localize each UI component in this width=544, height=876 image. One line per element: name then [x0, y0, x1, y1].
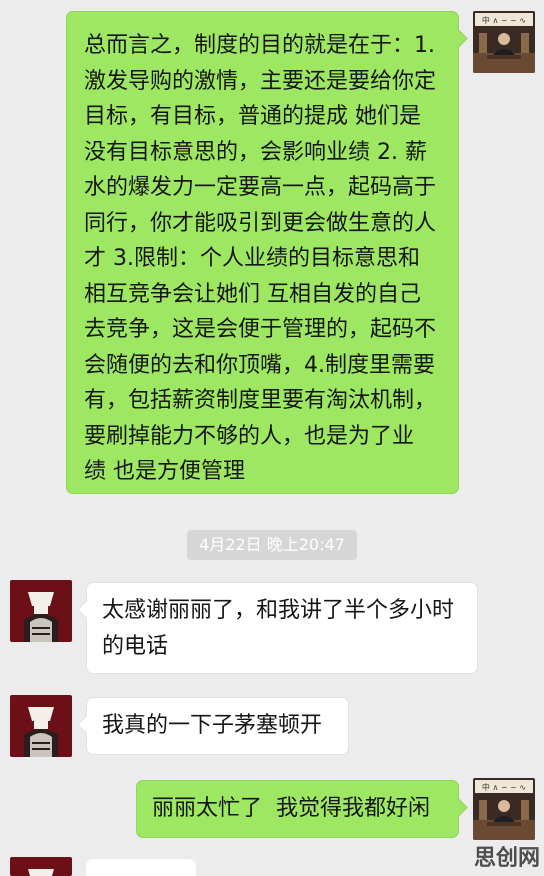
- svg-text:中 ∧ ∽ ∼ ∿: 中 ∧ ∽ ∼ ∿: [482, 782, 526, 792]
- message-bubble-self[interactable]: 丽丽太忙了 我觉得我都好闲: [136, 780, 468, 838]
- message-text: 总而言之，制度的目的就是在于：1. 激发导购的激情，主要还是要给你定 目标，有目…: [84, 33, 437, 484]
- message-text: 丽丽太忙了 我觉得我都好闲: [152, 796, 430, 821]
- avatar-self-image: 中 ∧ ∽ ∼ ∿: [473, 778, 535, 840]
- message-text: 太感谢丽丽了，和我讲了半个多小时 的电话: [102, 598, 455, 659]
- message-bubble-other-partial[interactable]: [86, 859, 196, 876]
- avatar-other[interactable]: [10, 695, 72, 757]
- watermark: 思创网: [473, 846, 540, 871]
- avatar-self[interactable]: 中 ∧ ∽ ∼ ∿: [473, 11, 535, 73]
- chat-timestamp: 4月22日 晚上20:47: [187, 530, 357, 560]
- avatar-other[interactable]: [10, 857, 72, 876]
- avatar-self-image: 中 ∧ ∽ ∼ ∿: [473, 11, 535, 73]
- avatar-other-image: [10, 695, 72, 757]
- message-bubble-self[interactable]: 总而言之，制度的目的就是在于：1. 激发导购的激情，主要还是要给你定 目标，有目…: [66, 11, 468, 494]
- avatar-other-image: [10, 580, 72, 642]
- avatar-other[interactable]: [10, 580, 72, 642]
- message-text: 我真的一下子茅塞顿开: [102, 713, 323, 738]
- avatar-other-image: [10, 857, 72, 876]
- message-bubble-other[interactable]: 我真的一下子茅塞顿开: [77, 697, 349, 755]
- message-bubble-other[interactable]: 太感谢丽丽了，和我讲了半个多小时 的电话: [77, 582, 478, 674]
- avatar-self[interactable]: 中 ∧ ∽ ∼ ∿: [473, 778, 535, 840]
- svg-text:中 ∧ ∽ ∼ ∿: 中 ∧ ∽ ∼ ∿: [482, 15, 526, 25]
